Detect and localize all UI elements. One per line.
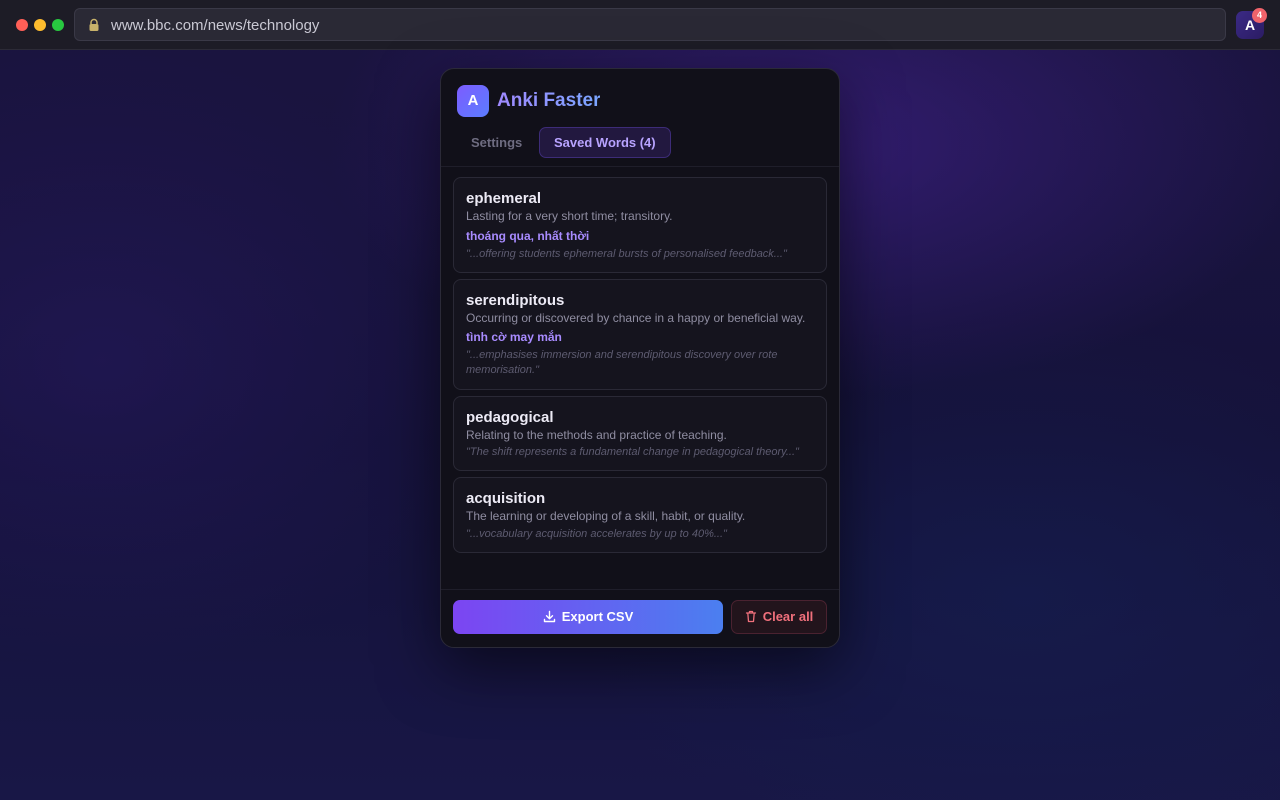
word-card[interactable]: acquisition The learning or developing o… [453, 477, 827, 553]
url-text: www.bbc.com/news/technology [111, 17, 320, 34]
word-card[interactable]: serendipitous Occurring or discovered by… [453, 279, 827, 390]
word-translation: tình cờ may mắn [466, 330, 562, 344]
word-title: serendipitous [466, 292, 565, 309]
app-logo: A [457, 85, 489, 117]
word-translation: thoáng qua, nhất thời [466, 229, 590, 243]
browser-toolbar: www.bbc.com/news/technology A 4 [0, 0, 1280, 50]
tab-saved-words[interactable]: Saved Words (4) [539, 127, 671, 158]
word-title: ephemeral [466, 190, 542, 207]
header-divider [441, 166, 839, 167]
word-card[interactable]: pedagogical Relating to the methods and … [453, 396, 827, 471]
trash-icon [745, 610, 756, 622]
extension-badge: 4 [1252, 8, 1267, 23]
word-definition: The learning or developing of a skill, h… [466, 509, 746, 523]
minimize-window-button[interactable] [34, 19, 46, 31]
word-definition: Relating to the methods and practice of … [466, 428, 727, 442]
word-definition: Occurring or discovered by chance in a h… [466, 311, 806, 325]
export-csv-button[interactable]: Export CSV [453, 600, 723, 634]
word-context: "...vocabulary acquisition accelerates b… [466, 528, 727, 540]
footer-divider [441, 589, 839, 590]
address-bar[interactable]: www.bbc.com/news/technology [74, 8, 1226, 41]
download-icon [543, 610, 555, 622]
tab-settings[interactable]: Settings [457, 127, 536, 158]
clear-all-button[interactable]: Clear all [731, 600, 827, 634]
word-title: pedagogical [466, 409, 554, 426]
export-csv-label: Export CSV [561, 609, 634, 624]
word-title: acquisition [466, 490, 546, 507]
close-window-button[interactable] [16, 19, 28, 31]
lock-icon [89, 18, 99, 31]
app-title: Anki Faster [497, 90, 601, 111]
clear-all-label: Clear all [762, 609, 814, 624]
word-card[interactable]: ephemeral Lasting for a very short time;… [453, 177, 827, 273]
word-context: "...offering students ephemeral bursts o… [466, 248, 787, 260]
word-definition: Lasting for a very short time; transitor… [466, 209, 673, 223]
word-context: "...emphasises immersion and serendipito… [466, 349, 778, 376]
word-context: "The shift represents a fundamental chan… [466, 446, 799, 458]
maximize-window-button[interactable] [52, 19, 64, 31]
extension-popup: A Anki Faster Settings Saved Words (4) e… [440, 68, 840, 648]
